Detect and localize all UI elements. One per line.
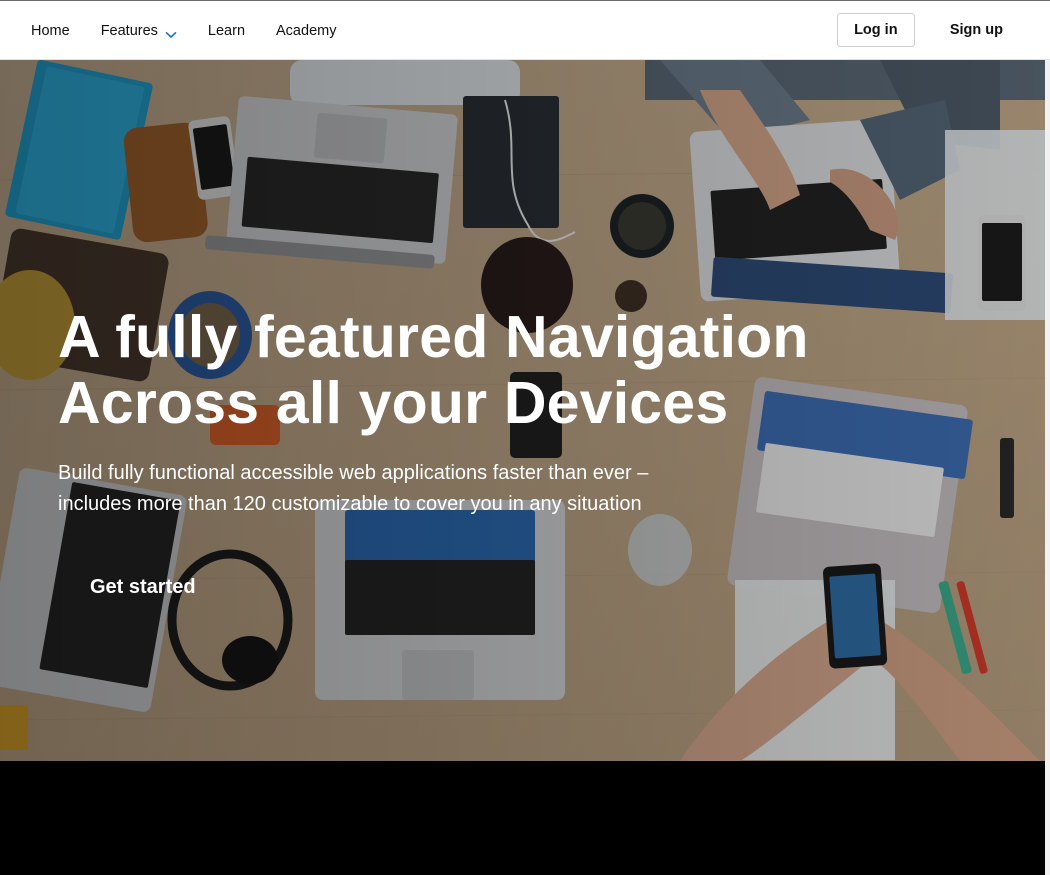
- chevron-down-icon: [165, 27, 177, 38]
- nav-link-features[interactable]: Features: [101, 23, 177, 39]
- nav-link-home-label: Home: [31, 22, 70, 39]
- nav-link-learn-label: Learn: [207, 22, 246, 39]
- hero-section: A fully featured Navigation Across all y…: [0, 60, 1045, 761]
- nav-actions: Log in Sign up: [836, 13, 1018, 47]
- nav-link-learn[interactable]: Learn: [208, 23, 245, 39]
- hero-title-line2: Across all your Devices: [58, 370, 729, 436]
- login-button[interactable]: Log in: [836, 13, 915, 47]
- hero-subtitle-line2: includes more than 120 customizable to c…: [58, 493, 642, 515]
- nav-link-academy-label: Academy: [276, 22, 337, 39]
- nav-link-academy[interactable]: Academy: [276, 23, 336, 39]
- nav-link-home[interactable]: Home: [31, 23, 70, 39]
- lower-content-area: [0, 761, 1050, 875]
- top-navbar: Home Features Learn Academy Log in Sign …: [0, 0, 1050, 60]
- hero-title-line1: A fully featured Navigation: [58, 304, 809, 370]
- nav-link-features-label: Features: [100, 22, 158, 39]
- hero-subtitle-line1: Build fully functional accessible web ap…: [58, 462, 649, 484]
- hero-subtitle: Build fully functional accessible web ap…: [58, 458, 698, 520]
- nav-links: Home Features Learn Academy: [31, 1, 367, 60]
- signup-button[interactable]: Sign up: [935, 13, 1018, 47]
- hero-title: A fully featured Navigation Across all y…: [58, 304, 958, 436]
- page: Home Features Learn Academy Log in Sign …: [0, 0, 1050, 875]
- get-started-button[interactable]: Get started: [58, 569, 228, 605]
- page-scrollbar[interactable]: [1045, 60, 1050, 875]
